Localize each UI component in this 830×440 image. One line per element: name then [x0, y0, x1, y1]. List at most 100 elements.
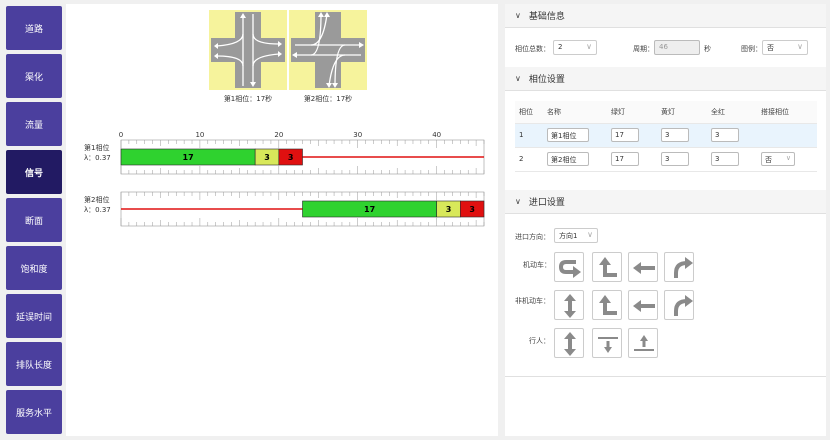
table-row[interactable]: 2 第2相位 17 3 3 否 ∨	[515, 147, 817, 172]
scale-tick-label: 40	[432, 131, 441, 139]
overlap-cell	[757, 123, 817, 148]
section-title: 进口设置	[528, 198, 565, 208]
scale-tick-label: 0	[119, 131, 123, 139]
pedestrian-bidirectional-icon[interactable]	[554, 328, 584, 358]
all-red-input[interactable]: 3	[711, 128, 739, 142]
phase-lambda-label: λ：0.37	[84, 154, 111, 162]
phase-timing-row: 第1相位 λ：0.37 17 3 3	[84, 139, 485, 175]
approach-settings-header[interactable]: ∨ 进口设置	[505, 190, 826, 214]
section-title: 相位设置	[528, 75, 565, 85]
cycle-input[interactable]: 46	[654, 40, 700, 55]
green-input[interactable]: 17	[611, 152, 639, 166]
sidebar-item-signal[interactable]: 信号	[6, 150, 62, 194]
phase-count-label: 相位总数：	[515, 45, 550, 53]
interval-duration-label: 17	[183, 153, 194, 162]
sidebar-item-delay[interactable]: 延误时间	[6, 294, 62, 338]
sidebar-item-label: 流量	[24, 120, 43, 131]
right-turn-icon[interactable]	[664, 252, 694, 282]
phase-index: 1	[515, 123, 543, 148]
interval-duration-label: 3	[446, 205, 452, 214]
phase-settings-header[interactable]: ∨ 相位设置	[505, 67, 826, 91]
sidebar-item-flow[interactable]: 流量	[6, 102, 62, 146]
sidebar-item-label: 断面	[24, 216, 43, 227]
direction-select[interactable]: 方向1 ∨	[554, 228, 598, 243]
overlap-select[interactable]: 否 ∨	[761, 152, 795, 166]
interval-duration-label: 3	[469, 205, 475, 214]
all-red-input[interactable]: 3	[711, 152, 739, 166]
sidebar-item-label: 服务水平	[15, 408, 52, 419]
column-header: 搭接相位	[757, 101, 817, 124]
basic-info-header[interactable]: ∨ 基础信息	[505, 4, 826, 28]
signal-canvas: 第1相位：17秒 第2相位：17秒 0 10 20 30 40 第1相位 λ：0.37 17…	[66, 4, 498, 436]
sidebar-item-queue[interactable]: 排队长度	[6, 342, 62, 386]
column-header: 相位	[515, 101, 543, 124]
sidebar-item-saturation[interactable]: 饱和度	[6, 246, 62, 290]
green-input[interactable]: 17	[611, 128, 639, 142]
phase-name-input[interactable]: 第2相位	[547, 152, 589, 166]
phase-index: 2	[515, 147, 543, 172]
motor-vehicle-label: 机动车：	[523, 261, 551, 269]
chevron-down-icon: ∨	[587, 230, 593, 239]
sidebar-item-road[interactable]: 道路	[6, 6, 62, 50]
pedestrian-label: 行人：	[529, 337, 550, 345]
sidebar-item-channelization[interactable]: 渠化	[6, 54, 62, 98]
left-turn-icon[interactable]	[592, 290, 622, 320]
phase-name-label: 第1相位	[84, 143, 109, 152]
scale-tick-label: 20	[274, 131, 283, 139]
yellow-input[interactable]: 3	[661, 128, 689, 142]
section-title: 基础信息	[528, 12, 565, 22]
overlap-value: 否	[765, 156, 772, 164]
interval-duration-label: 17	[364, 205, 375, 214]
yellow-input[interactable]: 3	[661, 152, 689, 166]
phase-1-diagram[interactable]	[209, 10, 287, 90]
sidebar-item-label: 延误时间	[15, 312, 52, 323]
phase-2-diagram[interactable]	[289, 10, 367, 90]
phase-count-value: 2	[558, 43, 563, 51]
straight-left-icon[interactable]	[628, 290, 658, 320]
phase-settings-section: ∨ 相位设置	[505, 67, 826, 91]
chevron-down-icon: ∨	[586, 42, 592, 51]
scale-tick-label: 10	[195, 131, 204, 139]
legend-select[interactable]: 否 ∨	[762, 40, 808, 55]
divider	[505, 376, 826, 377]
sidebar-item-label: 道路	[24, 24, 43, 35]
intersection-phase-2-icon	[291, 12, 365, 88]
intersection-phase-1-icon	[211, 12, 285, 88]
signal-timing-chart: 0 10 20 30 40 第1相位 λ：0.37 17 3 3 第2相位 λ：0.37 17 3 3	[84, 131, 485, 227]
sidebar-item-service-level[interactable]: 服务水平	[6, 390, 62, 434]
legend-value: 否	[767, 44, 774, 52]
sidebar-item-section[interactable]: 断面	[6, 198, 62, 242]
right-turn-icon[interactable]	[664, 290, 694, 320]
phase-lambda-label: λ：0.37	[84, 206, 111, 214]
legend-label: 图例：	[741, 45, 762, 53]
left-turn-icon[interactable]	[592, 252, 622, 282]
bidirectional-vertical-icon[interactable]	[554, 290, 584, 320]
phase-table: 相位 名称 绿灯 黄灯 全红 搭接相位 1 第1相位 17 3 3 2 第2相位…	[515, 101, 817, 172]
cycle-unit: 秒	[704, 45, 711, 53]
table-row[interactable]: 1 第1相位 17 3 3	[515, 123, 817, 148]
pedestrian-down-icon[interactable]	[592, 328, 622, 358]
chevron-down-icon: ∨	[515, 74, 521, 83]
basic-info-section: ∨ 基础信息 相位总数： 2 ∨ 周期： 46 秒 图例： 否 ∨	[505, 4, 826, 55]
direction-value: 方向1	[559, 232, 578, 240]
approach-settings-section: ∨ 进口设置	[505, 190, 826, 214]
straight-left-icon[interactable]	[628, 252, 658, 282]
phase-2-caption: 第2相位：17秒	[303, 95, 353, 103]
column-header: 黄灯	[657, 101, 707, 124]
phase-name-input[interactable]: 第1相位	[547, 128, 589, 142]
chevron-down-icon: ∨	[797, 42, 803, 51]
sidebar-item-label: 信号	[24, 168, 43, 179]
u-turn-icon[interactable]	[554, 252, 584, 282]
phase-count-select[interactable]: 2 ∨	[553, 40, 597, 55]
direction-label: 进口方向：	[515, 233, 550, 241]
column-header: 全红	[707, 101, 757, 124]
sidebar: 道路 渠化 流量 信号 断面 饱和度 延误时间 排队长度 服务水平	[0, 0, 66, 440]
column-header: 名称	[543, 101, 607, 124]
chevron-down-icon: ∨	[515, 197, 521, 206]
sidebar-item-label: 排队长度	[15, 360, 52, 371]
non-motor-vehicle-label: 非机动车：	[515, 297, 550, 305]
scale-tick-label: 30	[353, 131, 362, 139]
cycle-value: 46	[659, 43, 668, 51]
phase-timing-row: 第2相位 λ：0.37 17 3 3	[84, 191, 485, 227]
pedestrian-up-icon[interactable]	[628, 328, 658, 358]
